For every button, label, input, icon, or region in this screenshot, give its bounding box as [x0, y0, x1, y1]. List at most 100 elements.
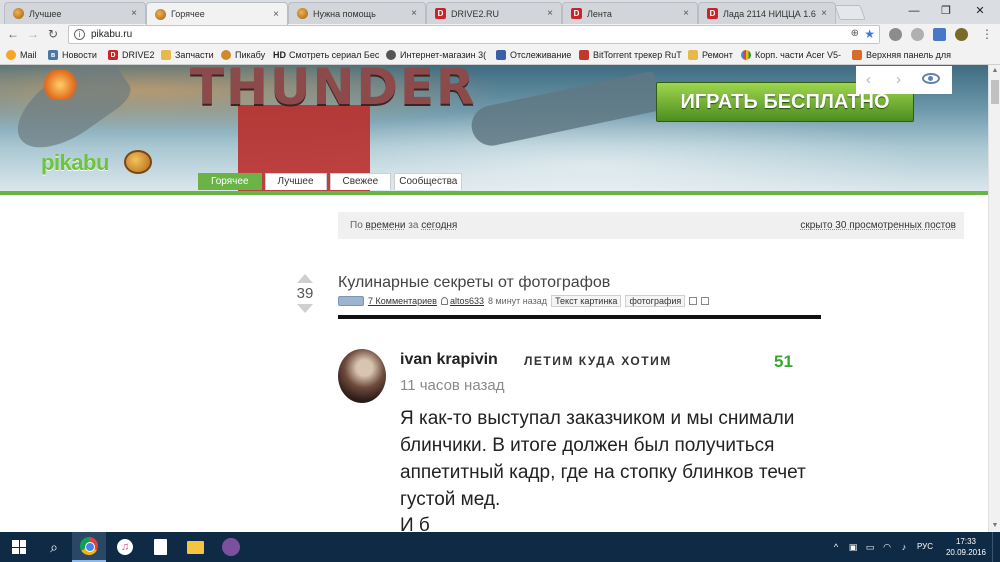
upvote-icon[interactable]	[297, 274, 313, 283]
show-desktop-button[interactable]	[992, 532, 1000, 562]
taskbar-explorer[interactable]	[178, 532, 212, 562]
taskbar-itunes[interactable]: ♫	[108, 532, 142, 562]
mail-icon	[6, 50, 16, 60]
tab-close-icon[interactable]: ×	[129, 8, 139, 19]
tab-lada[interactable]: D Лада 2114 НИЦЦА 1.6 ×	[698, 2, 836, 24]
bookmark-mail[interactable]: Mail	[6, 49, 37, 61]
zoom-icon[interactable]: ⊕	[851, 28, 859, 39]
info-icon[interactable]: i	[74, 29, 85, 40]
chevron-right-icon[interactable]: ›	[896, 71, 901, 88]
nav-tab-best[interactable]: Лучшее	[264, 173, 327, 190]
author-link[interactable]: altos633	[450, 296, 484, 306]
scroll-thumb[interactable]	[991, 80, 999, 104]
game-banner[interactable]: THUNDER ИГРАТЬ БЕСПЛАТНО ‹ ›	[0, 65, 988, 191]
nav-tab-communities[interactable]: Сообщества	[394, 173, 463, 190]
post-time: 8 минут назад	[487, 296, 548, 306]
bookmark-acer[interactable]: Корп. части Acer V5-	[741, 49, 841, 61]
bookmark-series[interactable]: HD Смотреть сериал Бес	[273, 49, 379, 61]
drive2-favicon-icon: D	[435, 8, 446, 19]
drive2-favicon-icon: D	[571, 8, 582, 19]
bookmark-pikabu[interactable]: Пикабу	[221, 49, 265, 61]
tab-close-icon[interactable]: ×	[681, 8, 691, 19]
battery-icon[interactable]: ▭	[864, 541, 876, 553]
tab-feed[interactable]: D Лента ×	[562, 2, 698, 24]
eye-icon[interactable]	[922, 73, 940, 84]
bookmark-repair[interactable]: Ремонт	[688, 49, 733, 61]
emblem-icon	[496, 50, 506, 60]
hidden-posts-link[interactable]: скрыто 30 просмотренных постов	[800, 220, 956, 231]
language-indicator[interactable]: РУС	[917, 542, 933, 551]
close-window-button[interactable]: ✕	[965, 2, 995, 20]
scroll-down-icon[interactable]: ▼	[990, 521, 1000, 531]
scroll-up-icon[interactable]: ▲	[990, 66, 1000, 76]
new-tab-button[interactable]	[834, 5, 866, 20]
bookmark-drive2[interactable]: D DRIVE2	[108, 49, 155, 61]
post-title[interactable]: Кулинарные секреты от фотографов	[338, 274, 610, 292]
tab-close-icon[interactable]: ×	[545, 8, 555, 19]
bookmark-torrent[interactable]: BitTorrent трекер RuT	[579, 49, 682, 61]
tag-photography[interactable]: фотография	[625, 295, 686, 307]
volume-icon[interactable]: ♪	[898, 541, 910, 553]
tab-best[interactable]: Лучшее ×	[4, 2, 146, 24]
reload-icon[interactable]: ↻	[44, 26, 62, 43]
tab-close-icon[interactable]: ×	[409, 8, 419, 19]
bookmark-tracking[interactable]: Отслеживание	[496, 49, 571, 61]
search-icon[interactable]: ⌕	[37, 532, 71, 562]
folder-icon	[161, 50, 171, 60]
minimize-button[interactable]: —	[899, 2, 929, 20]
bookmark-panel[interactable]: Верхняя панель для	[852, 49, 951, 61]
chevron-up-icon[interactable]: ^	[830, 541, 842, 553]
bookmark-news[interactable]: в Новости	[48, 49, 97, 61]
page-scrollbar[interactable]: ▲ ▼	[988, 65, 1000, 532]
tab-drive2[interactable]: D DRIVE2.RU ×	[426, 2, 562, 24]
tab-close-icon[interactable]: ×	[819, 8, 829, 19]
restore-button[interactable]: ❐	[931, 2, 961, 20]
address-bar[interactable]: i pikabu.ru ⊕ ★	[68, 25, 880, 44]
vk-icon: в	[48, 50, 58, 60]
comments-link[interactable]: 7 Комментариев	[368, 296, 437, 306]
start-button[interactable]	[2, 532, 36, 562]
browser-toolbar: ← → ↻ i pikabu.ru ⊕ ★ ⋮	[0, 24, 1000, 45]
period-link[interactable]: сегодня	[421, 220, 457, 231]
extension-icon[interactable]	[911, 28, 924, 41]
tab-label: Лента	[587, 8, 612, 19]
forward-arrow-icon[interactable]: →	[24, 26, 42, 43]
menu-icon[interactable]: ⋮	[978, 26, 996, 43]
tab-label: Лада 2114 НИЦЦА 1.6	[723, 8, 816, 19]
tray-app-icon[interactable]: ▣	[847, 541, 859, 553]
comment-time: 11 часов назад	[400, 377, 505, 394]
wifi-icon[interactable]: ◠	[881, 541, 893, 553]
extension-icon[interactable]	[933, 28, 946, 41]
save-icon[interactable]	[689, 297, 698, 305]
tab-close-icon[interactable]: ×	[271, 9, 281, 20]
tab-hot[interactable]: Горячее ×	[146, 2, 288, 25]
pikabu-logo-icon[interactable]	[124, 150, 152, 174]
expand-icon[interactable]	[701, 297, 710, 305]
tab-help[interactable]: Нужна помощь ×	[288, 2, 426, 24]
chevron-left-icon[interactable]: ‹	[866, 71, 871, 88]
bookmark-parts[interactable]: Запчасти	[161, 49, 214, 61]
comment-author: ivan krapivin	[400, 351, 498, 368]
downvote-icon[interactable]	[297, 304, 313, 313]
extension-icon[interactable]	[889, 28, 902, 41]
site-logo[interactable]: pikabu	[41, 150, 109, 176]
site-nav: Горячее Лучшее Свежее Сообщества	[198, 173, 463, 191]
tag-text-picture[interactable]: Текст картинка	[551, 295, 622, 307]
taskbar-viber[interactable]	[214, 532, 248, 562]
extension-icon[interactable]	[955, 28, 968, 41]
post-rating: 39	[296, 285, 314, 302]
sort-filter-bar: По времени за сегодня скрыто 30 просмотр…	[338, 212, 964, 239]
sort-by-link[interactable]: времени	[366, 220, 406, 231]
post-vote: 39	[293, 274, 317, 313]
taskbar-calculator[interactable]	[143, 532, 177, 562]
post-meta: 7 Комментариев altos633 8 минут назад Те…	[338, 295, 710, 307]
shop-icon	[386, 50, 396, 60]
bookmark-star-icon[interactable]: ★	[864, 27, 875, 41]
nav-tab-fresh[interactable]: Свежее	[329, 173, 392, 190]
taskbar-chrome[interactable]	[72, 532, 106, 562]
pikabu-icon	[221, 50, 231, 60]
back-arrow-icon[interactable]: ←	[4, 26, 22, 43]
nav-tab-hot[interactable]: Горячее	[198, 173, 262, 190]
clock[interactable]: 17:33 20.09.2016	[943, 536, 989, 558]
bookmark-shop[interactable]: Интернет-магазин 3(	[386, 49, 486, 61]
